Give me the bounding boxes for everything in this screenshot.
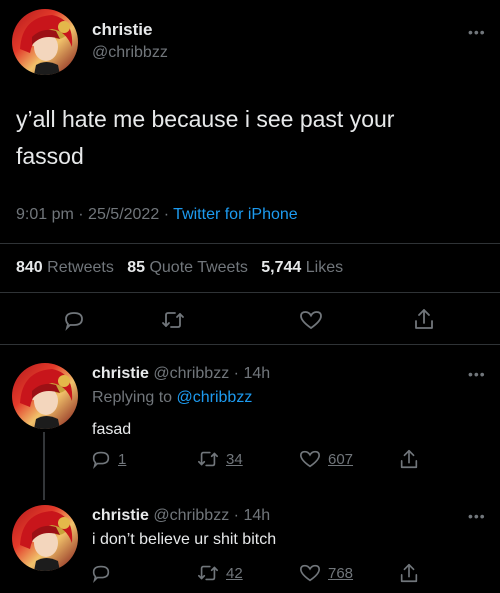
meta-separator: · — [233, 365, 239, 382]
quotes-count: 85 — [127, 259, 145, 276]
handle[interactable]: @chribbzz — [153, 507, 229, 524]
display-name[interactable]: christie — [92, 365, 149, 382]
share-icon[interactable] — [398, 561, 420, 585]
reply-count: 1 — [118, 450, 127, 468]
handle[interactable]: @chribbzz — [92, 44, 168, 62]
more-icon[interactable]: ••• — [468, 508, 486, 524]
reply-time[interactable]: 14h — [243, 365, 270, 382]
likes-label: Likes — [305, 259, 344, 276]
reply-header: christie @chribbzz · 14h — [92, 365, 270, 383]
tweet-stats: 840 Retweets 85 Quote Tweets 5,744 Likes — [16, 259, 343, 277]
reply-button[interactable] — [90, 562, 112, 584]
meta-separator: · — [233, 507, 239, 524]
reply-icon — [92, 451, 110, 470]
meta-separator: · — [78, 206, 84, 223]
likes-count: 5,744 — [261, 259, 302, 276]
handle[interactable]: @chribbzz — [153, 365, 229, 382]
reply-icon — [92, 565, 110, 584]
retweet-count: 42 — [226, 564, 243, 582]
retweets-label: Retweets — [47, 259, 114, 276]
tweet-time[interactable]: 9:01 pm — [16, 206, 74, 223]
replying-prefix: Replying to — [92, 389, 173, 406]
reply-text: fasad — [92, 421, 132, 438]
retweet-icon[interactable] — [160, 308, 186, 332]
share-icon[interactable] — [398, 447, 420, 471]
avatar[interactable] — [12, 505, 78, 571]
replying-to: Replying to @chribbzz — [92, 389, 252, 407]
tweet-date[interactable]: 25/5/2022 — [88, 206, 159, 223]
tweet-source[interactable]: Twitter for iPhone — [173, 206, 298, 223]
reply-header: christie @chribbzz · 14h — [92, 507, 270, 525]
retweets-count: 840 — [16, 259, 43, 276]
quotes-label: Quote Tweets — [149, 259, 248, 276]
like-icon — [300, 564, 320, 582]
like-button[interactable]: 768 — [298, 562, 353, 584]
divider — [0, 344, 500, 345]
likes-stat[interactable]: 5,744 Likes — [261, 259, 343, 276]
avatar[interactable] — [12, 363, 78, 429]
reply-text: i don’t believe ur shit bitch — [92, 531, 277, 548]
display-name[interactable]: christie — [92, 507, 149, 524]
avatar[interactable] — [12, 9, 78, 75]
retweet-icon — [198, 565, 218, 581]
meta-separator: · — [163, 206, 170, 223]
reply-icon[interactable] — [62, 308, 86, 332]
retweets-stat[interactable]: 840 Retweets — [16, 259, 118, 276]
tweet-text-line-1: y’all hate me because i see past your — [16, 106, 395, 132]
retweet-button[interactable]: 42 — [196, 562, 243, 584]
tweet-meta: 9:01 pm · 25/5/2022 · Twitter for iPhone — [16, 206, 298, 224]
thread-line — [43, 432, 45, 500]
more-icon[interactable]: ••• — [468, 366, 486, 382]
like-count: 607 — [328, 450, 354, 468]
retweet-icon — [198, 451, 218, 467]
display-name[interactable]: christie — [92, 20, 152, 40]
divider — [0, 243, 500, 244]
avatar-illustration — [20, 15, 73, 75]
like-icon — [300, 450, 320, 468]
like-count: 768 — [328, 564, 354, 582]
avatar-illustration — [20, 511, 73, 571]
divider — [0, 292, 500, 293]
retweet-button[interactable]: 34 — [196, 448, 243, 470]
replying-to-handle[interactable]: @chribbzz — [177, 389, 253, 406]
like-button[interactable]: 607 — [298, 448, 353, 470]
more-icon[interactable]: ••• — [468, 24, 486, 40]
quotes-stat[interactable]: 85 Quote Tweets — [127, 259, 252, 276]
tweet-text-line-2: fassod — [16, 143, 84, 169]
reply-time[interactable]: 14h — [243, 507, 270, 524]
retweet-count: 34 — [226, 450, 243, 468]
share-icon[interactable] — [412, 306, 436, 332]
avatar-illustration — [20, 369, 73, 429]
reply-button[interactable]: 1 — [90, 448, 126, 470]
like-icon[interactable] — [298, 308, 324, 332]
